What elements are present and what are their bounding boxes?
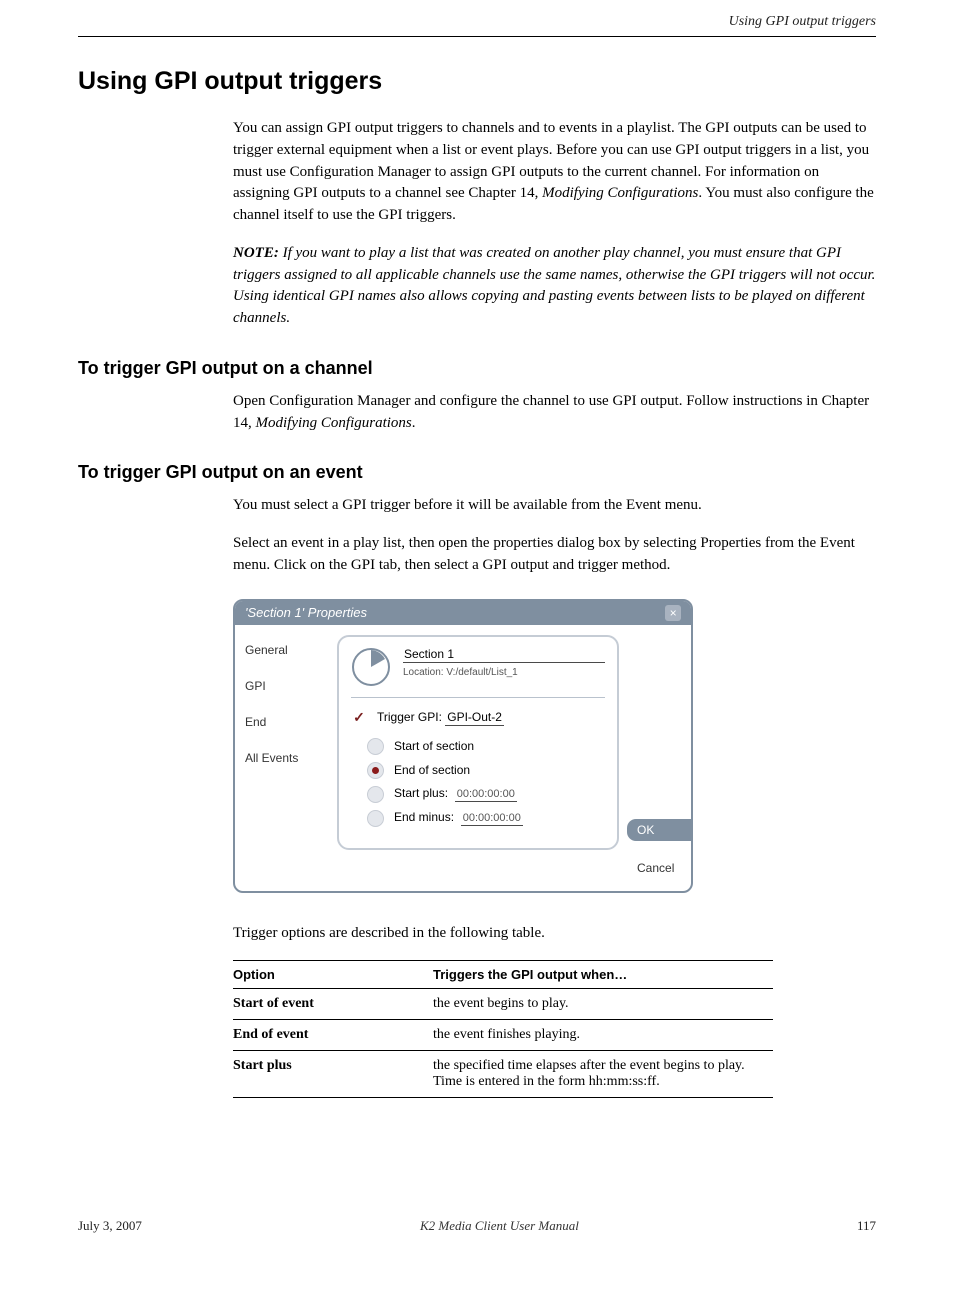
section-pie-icon [351,647,391,687]
check-icon[interactable]: ✓ [351,710,367,726]
running-header: Using GPI output triggers [78,10,876,30]
tab-gpi[interactable]: GPI [235,675,325,697]
radio-icon[interactable] [367,786,384,803]
opt-cell: End of event [233,1020,433,1051]
properties-dialog: 'Section 1' Properties × General GPI End… [233,599,693,893]
trigger-value-field[interactable]: GPI-Out-2 [445,710,504,726]
heading-gpi-output: Using GPI output triggers [78,67,876,96]
tab-general[interactable]: General [235,639,325,661]
close-icon[interactable]: × [665,605,681,621]
trigger-gpi-row[interactable]: ✓ Trigger GPI: GPI-Out-2 [351,710,605,726]
cancel-button[interactable]: Cancel [627,857,691,879]
end-minus-label: End minus: [394,810,454,824]
tab-all-events[interactable]: All Events [235,747,325,769]
table-row: End of event the event finishes playing. [233,1020,773,1051]
radio-icon[interactable] [367,738,384,755]
desc-cell: the event begins to play. [433,989,773,1020]
radio-end-of-section[interactable]: End of section [367,762,605,779]
location-value: V:/default/List_1 [446,667,517,678]
note-label: NOTE: [233,245,279,261]
heading-trigger-channel: To trigger GPI output on a channel [78,358,876,379]
table-row: Start of event the event begins to play. [233,989,773,1020]
trigger-options-table: Option Triggers the GPI output when… Sta… [233,960,773,1098]
radio-icon[interactable] [367,810,384,827]
table-header-option: Option [233,961,433,989]
radio-start-of-section[interactable]: Start of section [367,738,605,755]
intro-paragraph: You can assign GPI output triggers to ch… [233,118,876,227]
intro-italic: Modifying Configurations [542,185,698,201]
opt-cell: Start of event [233,989,433,1020]
radio-start-plus[interactable]: Start plus: 00:00:00:00 [367,786,605,803]
channel-after: . [412,415,416,431]
tab-end[interactable]: End [235,711,325,733]
ok-button[interactable]: OK [627,819,691,841]
table-header-desc: Triggers the GPI output when… [433,961,773,989]
section-name-field[interactable]: Section 1 [403,647,605,663]
desc-cell: the specified time elapses after the eve… [433,1051,773,1098]
trigger-label: Trigger GPI: [377,710,442,724]
radio-icon-selected[interactable] [367,762,384,779]
note-text: If you want to play a list that was crea… [233,245,875,326]
radio-end-minus[interactable]: End minus: 00:00:00:00 [367,810,605,827]
end-minus-time-field[interactable]: 00:00:00:00 [461,812,523,826]
dialog-titlebar: 'Section 1' Properties × [235,601,691,625]
start-plus-time-field[interactable]: 00:00:00:00 [455,788,517,802]
table-row: Start plus the specified time elapses af… [233,1051,773,1098]
page-footer: July 3, 2007 K2 Media Client User Manual… [78,1218,876,1234]
desc-cell: the event finishes playing. [433,1020,773,1051]
radio-label-start: Start of section [394,739,474,753]
footer-page-number: 117 [857,1218,876,1234]
heading-trigger-event: To trigger GPI output on an event [78,462,876,483]
location-line: Location: V:/default/List_1 [403,667,605,678]
radio-label-end: End of section [394,763,470,777]
channel-para: Open Configuration Manager and configure… [233,391,876,435]
channel-italic: Modifying Configurations [256,415,412,431]
opt-cell: Start plus [233,1051,433,1098]
note-paragraph: NOTE: If you want to play a list that wa… [233,243,876,330]
tabs-column: General GPI End All Events [235,625,329,891]
event-para-1: You must select a GPI trigger before it … [233,495,876,517]
start-plus-label: Start plus: [394,786,448,800]
footer-date: July 3, 2007 [78,1218,142,1234]
location-label: Location: [403,667,444,678]
header-rule [78,36,876,37]
gpi-panel: Section 1 Location: V:/default/List_1 ✓ … [337,635,619,850]
dialog-title: 'Section 1' Properties [245,605,367,620]
event-para-2: Select an event in a play list, then ope… [233,533,876,577]
footer-title: K2 Media Client User Manual [420,1218,579,1234]
options-intro: Trigger options are described in the fol… [233,923,876,945]
